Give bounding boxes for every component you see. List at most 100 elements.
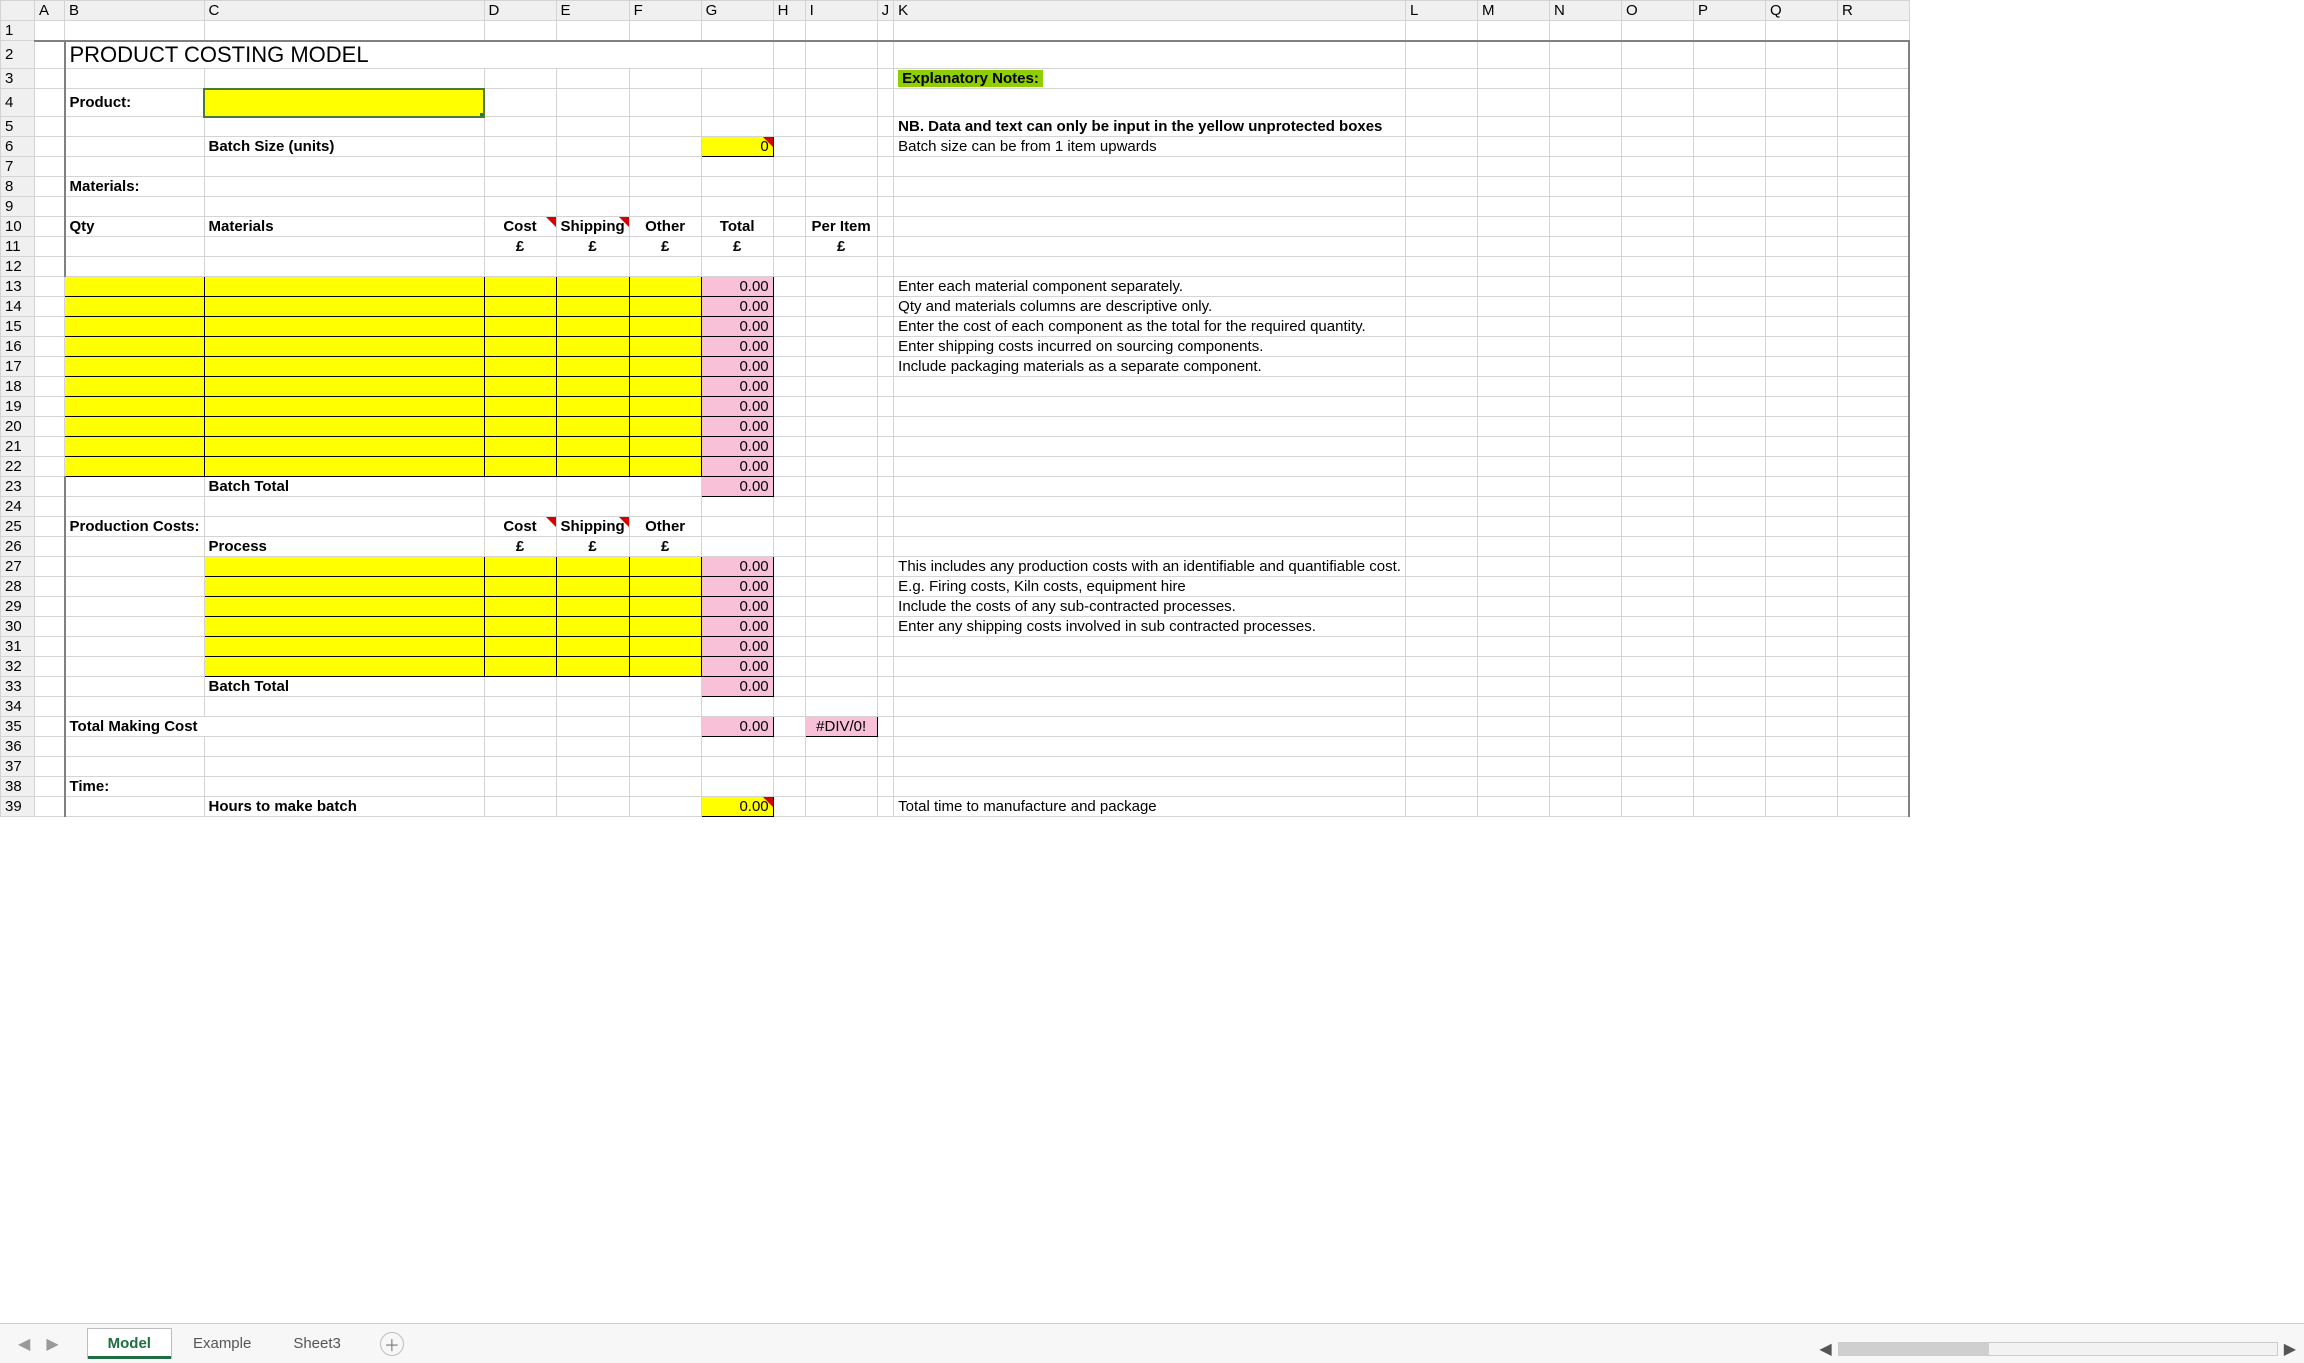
cell-I14[interactable] bbox=[805, 297, 877, 317]
cell-R11[interactable] bbox=[1837, 237, 1909, 257]
cell-P5[interactable] bbox=[1693, 117, 1765, 137]
cell-P35[interactable] bbox=[1693, 717, 1765, 737]
cell-L6[interactable] bbox=[1405, 137, 1477, 157]
cell-C16[interactable] bbox=[204, 337, 484, 357]
cell-H7[interactable] bbox=[773, 157, 805, 177]
cell-E37[interactable] bbox=[556, 757, 629, 777]
cell-G4[interactable] bbox=[701, 89, 773, 117]
cell-L21[interactable] bbox=[1405, 437, 1477, 457]
cell-A16[interactable] bbox=[35, 337, 65, 357]
cell-B21[interactable] bbox=[65, 437, 205, 457]
cell-J21[interactable] bbox=[877, 437, 894, 457]
cell-E32[interactable] bbox=[556, 657, 629, 677]
cell-E20[interactable] bbox=[556, 417, 629, 437]
cell-G24[interactable] bbox=[701, 497, 773, 517]
cell-D18[interactable] bbox=[484, 377, 556, 397]
cell-J7[interactable] bbox=[877, 157, 894, 177]
cell-C24[interactable] bbox=[204, 497, 484, 517]
cell-J11[interactable] bbox=[877, 237, 894, 257]
cell-F22[interactable] bbox=[629, 457, 701, 477]
cell-E28[interactable] bbox=[556, 577, 629, 597]
cell-D30[interactable] bbox=[484, 617, 556, 637]
cell-R19[interactable] bbox=[1837, 397, 1909, 417]
cell-K9[interactable] bbox=[894, 197, 1406, 217]
cell-P31[interactable] bbox=[1693, 637, 1765, 657]
cell-H25[interactable] bbox=[773, 517, 805, 537]
cell-D8[interactable] bbox=[484, 177, 556, 197]
cell-K6[interactable]: Batch size can be from 1 item upwards bbox=[894, 137, 1406, 157]
row-header-18[interactable]: 18 bbox=[1, 377, 35, 397]
cell-H19[interactable] bbox=[773, 397, 805, 417]
cell-B10[interactable]: Qty bbox=[65, 217, 205, 237]
cell-H33[interactable] bbox=[773, 677, 805, 697]
cell-I10[interactable]: Per Item bbox=[805, 217, 877, 237]
cell-G1[interactable] bbox=[701, 21, 773, 41]
row-header-38[interactable]: 38 bbox=[1, 777, 35, 797]
cell-F33[interactable] bbox=[629, 677, 701, 697]
cell-I31[interactable] bbox=[805, 637, 877, 657]
cell-F14[interactable] bbox=[629, 297, 701, 317]
cell-M4[interactable] bbox=[1477, 89, 1549, 117]
cell-N19[interactable] bbox=[1549, 397, 1621, 417]
cell-E39[interactable] bbox=[556, 797, 629, 817]
cell-G22[interactable]: 0.00 bbox=[701, 457, 773, 477]
cell-J4[interactable] bbox=[877, 89, 894, 117]
cell-K20[interactable] bbox=[894, 417, 1406, 437]
cell-D23[interactable] bbox=[484, 477, 556, 497]
cell-F13[interactable] bbox=[629, 277, 701, 297]
cell-R14[interactable] bbox=[1837, 297, 1909, 317]
cell-B38[interactable]: Time: bbox=[65, 777, 205, 797]
add-sheet-button[interactable]: ＋ bbox=[380, 1332, 404, 1356]
cell-P26[interactable] bbox=[1693, 537, 1765, 557]
cell-Q35[interactable] bbox=[1765, 717, 1837, 737]
cell-N37[interactable] bbox=[1549, 757, 1621, 777]
cell-M34[interactable] bbox=[1477, 697, 1549, 717]
horizontal-scrollbar[interactable]: ◀ ▶ bbox=[1819, 1339, 2296, 1359]
cell-R2[interactable] bbox=[1837, 41, 1909, 69]
cell-M18[interactable] bbox=[1477, 377, 1549, 397]
cell-C21[interactable] bbox=[204, 437, 484, 457]
cell-M10[interactable] bbox=[1477, 217, 1549, 237]
cell-C26[interactable]: Process bbox=[204, 537, 484, 557]
row-header-8[interactable]: 8 bbox=[1, 177, 35, 197]
cell-J1[interactable] bbox=[877, 21, 894, 41]
cell-J14[interactable] bbox=[877, 297, 894, 317]
cell-G17[interactable]: 0.00 bbox=[701, 357, 773, 377]
cell-K22[interactable] bbox=[894, 457, 1406, 477]
cell-A22[interactable] bbox=[35, 457, 65, 477]
cell-I19[interactable] bbox=[805, 397, 877, 417]
cell-D39[interactable] bbox=[484, 797, 556, 817]
cell-H37[interactable] bbox=[773, 757, 805, 777]
cell-F10[interactable]: Other bbox=[629, 217, 701, 237]
cell-A28[interactable] bbox=[35, 577, 65, 597]
cell-H2[interactable] bbox=[773, 41, 805, 69]
cell-J26[interactable] bbox=[877, 537, 894, 557]
cell-I37[interactable] bbox=[805, 757, 877, 777]
cell-N5[interactable] bbox=[1549, 117, 1621, 137]
cell-K26[interactable] bbox=[894, 537, 1406, 557]
cell-I21[interactable] bbox=[805, 437, 877, 457]
cell-B39[interactable] bbox=[65, 797, 205, 817]
cell-R28[interactable] bbox=[1837, 577, 1909, 597]
cell-F20[interactable] bbox=[629, 417, 701, 437]
cell-K32[interactable] bbox=[894, 657, 1406, 677]
cell-A36[interactable] bbox=[35, 737, 65, 757]
cell-I7[interactable] bbox=[805, 157, 877, 177]
row-header-34[interactable]: 34 bbox=[1, 697, 35, 717]
cell-R32[interactable] bbox=[1837, 657, 1909, 677]
cell-N4[interactable] bbox=[1549, 89, 1621, 117]
cell-Q29[interactable] bbox=[1765, 597, 1837, 617]
cell-I20[interactable] bbox=[805, 417, 877, 437]
row-header-1[interactable]: 1 bbox=[1, 21, 35, 41]
cell-Q28[interactable] bbox=[1765, 577, 1837, 597]
cell-D1[interactable] bbox=[484, 21, 556, 41]
cell-G14[interactable]: 0.00 bbox=[701, 297, 773, 317]
cell-D29[interactable] bbox=[484, 597, 556, 617]
cell-A35[interactable] bbox=[35, 717, 65, 737]
cell-A27[interactable] bbox=[35, 557, 65, 577]
row-header-3[interactable]: 3 bbox=[1, 69, 35, 89]
cell-M14[interactable] bbox=[1477, 297, 1549, 317]
cell-J28[interactable] bbox=[877, 577, 894, 597]
cell-N39[interactable] bbox=[1549, 797, 1621, 817]
cell-L10[interactable] bbox=[1405, 217, 1477, 237]
